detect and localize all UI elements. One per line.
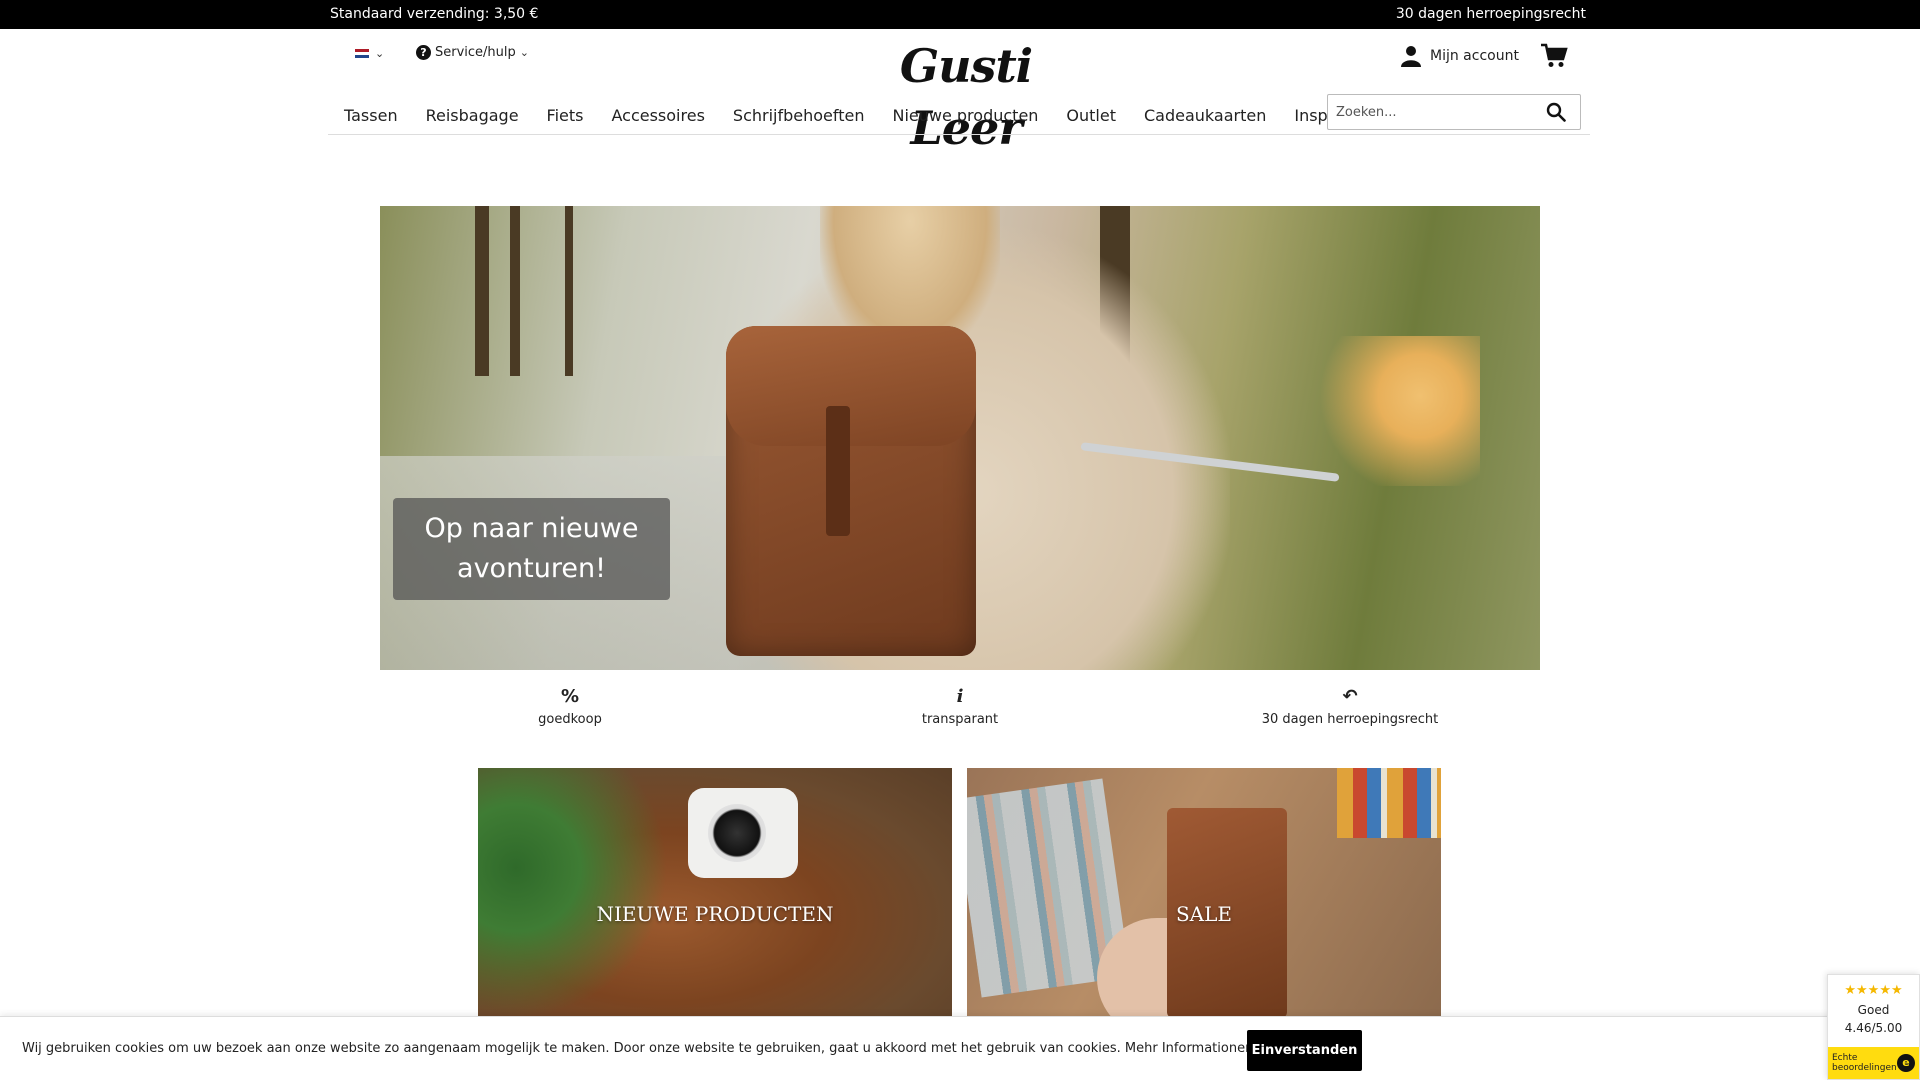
hero-caption-line2: avonturen!	[457, 553, 606, 584]
hero-banner[interactable]: Op naar nieuwe avonturen!	[380, 206, 1540, 670]
nav-item-cadeaukaarten[interactable]: Cadeaukaarten	[1144, 106, 1266, 125]
hero-image-tree	[475, 206, 489, 376]
search-input[interactable]	[1328, 97, 1536, 127]
usp-cheap: % goedkoop	[510, 686, 630, 727]
category-tile-new-products[interactable]: NIEUWE PRODUCTEN	[478, 768, 952, 1018]
returns-info: 30 dagen herroepingsrecht	[1395, 6, 1586, 22]
cookie-consent-bar: Wij gebruiken cookies om uw bezoek aan o…	[0, 1016, 1920, 1080]
category-tile-sale[interactable]: SALE	[967, 768, 1441, 1018]
usp-transparent: i transparant	[900, 686, 1020, 727]
nav-item-fiets[interactable]: Fiets	[547, 106, 584, 125]
help-icon: ?	[416, 45, 431, 60]
chevron-down-icon: ⌄	[519, 46, 529, 59]
netherlands-flag-icon	[355, 48, 369, 59]
rating-stars-icon: ★★★★★	[1844, 983, 1903, 998]
hero-image-backpack	[726, 326, 976, 656]
trusted-rating-badge[interactable]: ★★★★★ Goed 4.46/5.00 Echte beoordelingen …	[1827, 974, 1920, 1080]
cart-button[interactable]	[1540, 43, 1568, 69]
tile-image-leaves	[478, 768, 668, 1018]
category-tile-label: NIEUWE PRODUCTEN	[596, 902, 834, 926]
nav-item-reisbagage[interactable]: Reisbagage	[426, 106, 519, 125]
cookie-accept-button[interactable]: Einverstanden	[1247, 1030, 1362, 1071]
cookie-message-text: Wij gebruiken cookies om uw bezoek aan o…	[22, 1041, 1121, 1056]
service-help-label: Service/hulp	[435, 45, 516, 60]
hero-caption-line1: Op naar nieuwe	[424, 513, 639, 544]
shopping-cart-icon	[1541, 43, 1568, 67]
rating-score: 4.46/5.00	[1844, 1021, 1903, 1035]
search-button[interactable]	[1536, 95, 1576, 129]
language-selector[interactable]: ⌄	[355, 47, 384, 60]
usp-returns: ↶ 30 dagen herroepingsrecht	[1250, 686, 1450, 727]
site-logo[interactable]: Gusti Leer	[866, 35, 1066, 155]
hero-image-tree	[565, 206, 573, 376]
hero-caption: Op naar nieuwe avonturen!	[393, 498, 670, 600]
hero-image-flowers	[1280, 336, 1480, 486]
usp-label: 30 dagen herroepingsrecht	[1261, 712, 1439, 727]
nav-item-outlet[interactable]: Outlet	[1066, 106, 1116, 125]
hero-image-tree	[510, 206, 520, 376]
usp-label: goedkoop	[538, 712, 602, 727]
tile-image-camera	[688, 788, 798, 878]
service-help-menu[interactable]: ? Service/hulp ⌄	[416, 45, 529, 60]
percent-icon: %	[560, 686, 580, 707]
return-arrow-icon: ↶	[1342, 686, 1358, 707]
trusted-seal-icon: e	[1897, 1054, 1915, 1072]
nav-item-nieuwe-producten[interactable]: Nieuwe producten	[892, 106, 1038, 125]
tile-image-paints	[1337, 768, 1441, 838]
rating-badge-text: Echte beoordelingen	[1832, 1053, 1897, 1073]
search-icon	[1546, 102, 1566, 122]
usp-label: transparant	[921, 712, 999, 727]
top-info-bar: Standaard verzending: 3,50 € 30 dagen he…	[0, 0, 1920, 29]
nav-item-schrijfbehoeften[interactable]: Schrijfbehoeften	[733, 106, 865, 125]
shipping-info: Standaard verzending: 3,50 €	[330, 6, 539, 22]
cookie-message: Wij gebruiken cookies om uw bezoek aan o…	[22, 1041, 1253, 1056]
chevron-down-icon: ⌄	[375, 47, 385, 60]
user-icon	[1401, 46, 1421, 67]
cookie-more-info-link[interactable]: Mehr Informationen	[1125, 1041, 1253, 1056]
search-box	[1327, 94, 1581, 130]
account-label: Mijn account	[1430, 48, 1519, 64]
site-header: ⌄ ? Service/hulp ⌄ Gusti Leer Mijn accou…	[0, 29, 1920, 155]
category-tile-label: SALE	[1175, 902, 1233, 926]
rating-badge-footer: Echte beoordelingen e	[1828, 1047, 1919, 1079]
nav-item-accessoires[interactable]: Accessoires	[611, 106, 704, 125]
rating-grade: Goed	[1857, 1003, 1890, 1017]
account-link[interactable]: Mijn account	[1400, 45, 1519, 67]
info-icon: i	[956, 686, 964, 707]
nav-item-tassen[interactable]: Tassen	[344, 106, 398, 125]
